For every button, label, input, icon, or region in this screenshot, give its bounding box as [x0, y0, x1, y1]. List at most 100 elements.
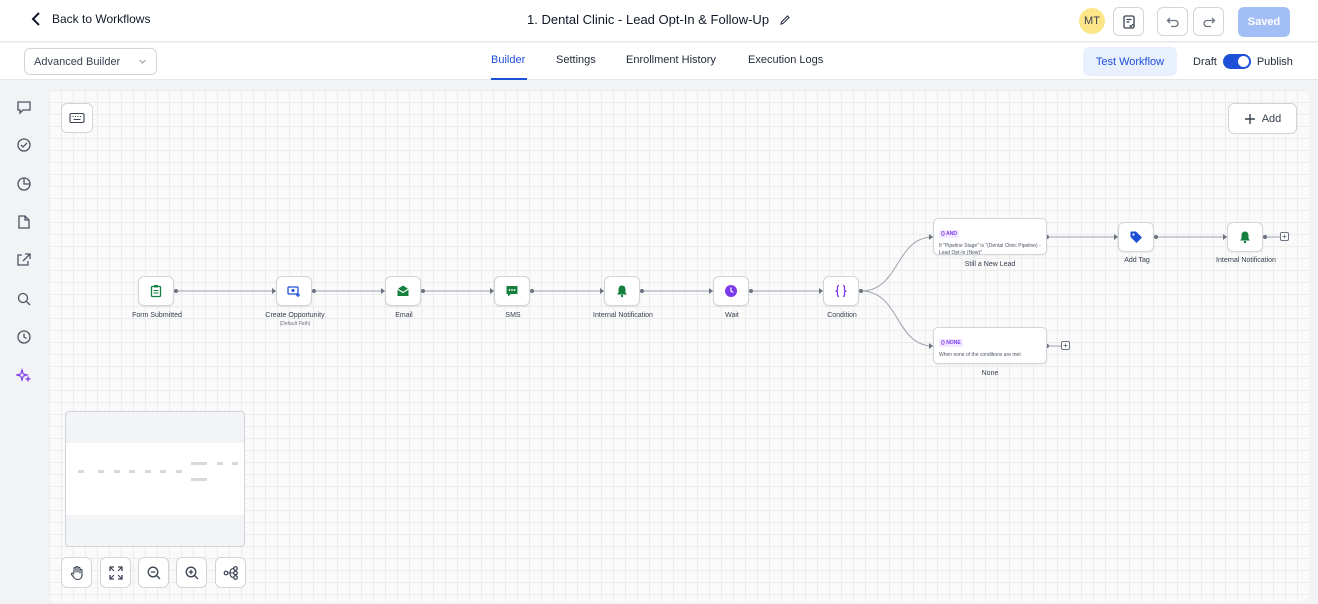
- fit-view-button[interactable]: [100, 557, 131, 588]
- file-icon[interactable]: [14, 212, 34, 232]
- minimap-node: [98, 470, 104, 473]
- minimap-node: [176, 470, 182, 473]
- branch-still-new-lead[interactable]: {} AND If "Pipeline Stage" is "(Dental C…: [933, 218, 1047, 256]
- undo-icon: [1166, 17, 1179, 27]
- zoom-out-icon: [147, 566, 160, 579]
- test-workflow-button[interactable]: Test Workflow: [1083, 47, 1177, 76]
- clock-icon: [725, 285, 737, 297]
- node-sublabel: (Default Path): [279, 321, 311, 327]
- check-circle-icon[interactable]: [14, 135, 34, 155]
- node-label: Internal Notification: [593, 312, 653, 319]
- add-button[interactable]: Add: [1228, 103, 1297, 134]
- tab-settings[interactable]: Settings: [556, 54, 596, 66]
- minimap-node: [217, 462, 223, 465]
- zoom-in-icon: [185, 566, 198, 579]
- hand-icon: [70, 565, 83, 580]
- node-label: Create Opportunity: [265, 312, 325, 319]
- opportunity-icon: [287, 286, 300, 297]
- bell-icon: [617, 285, 627, 298]
- node-sms[interactable]: [494, 276, 530, 306]
- node-add-tag[interactable]: [1118, 222, 1154, 252]
- avatar[interactable]: MT: [1079, 8, 1105, 34]
- redo-button[interactable]: [1193, 7, 1224, 36]
- publish-toggle[interactable]: [1222, 54, 1251, 69]
- history-icon[interactable]: [14, 327, 34, 347]
- pencil-icon[interactable]: [779, 14, 791, 26]
- add-step-plus-icon[interactable]: +: [1280, 232, 1289, 241]
- search-icon[interactable]: [14, 289, 34, 309]
- sub-bar: Advanced Builder Builder Settings Enroll…: [0, 43, 1318, 80]
- publish-label: Publish: [1256, 55, 1293, 68]
- node-form-submitted[interactable]: [138, 276, 174, 306]
- minimap-node: [114, 470, 120, 473]
- branch-condition-text: When none of the conditions are met: [939, 352, 1021, 358]
- redo-icon: [1202, 17, 1215, 27]
- external-link-icon[interactable]: [14, 250, 34, 270]
- notes-button[interactable]: [1113, 7, 1144, 36]
- publish-toggle-group: Draft Publish: [1193, 54, 1293, 69]
- chevron-down-icon: [139, 59, 146, 64]
- node-internal-notification-branch[interactable]: [1227, 222, 1263, 252]
- sms-icon: [506, 286, 518, 297]
- keyboard-icon: [69, 112, 85, 124]
- plus-icon: [1244, 113, 1255, 124]
- minimap-node: [232, 462, 238, 465]
- branch-label: Still a New Lead: [964, 261, 1016, 268]
- zoom-in-button[interactable]: [176, 557, 207, 588]
- node-label: Condition: [827, 312, 857, 319]
- undo-button[interactable]: [1157, 7, 1188, 36]
- node-label: Wait: [725, 312, 739, 319]
- active-tab-indicator: [491, 78, 527, 80]
- minimap-node: [191, 462, 207, 465]
- email-icon: [397, 285, 409, 296]
- clipboard-icon: [150, 285, 162, 298]
- node-email[interactable]: [385, 276, 421, 306]
- node-label: Form Submitted: [132, 312, 182, 319]
- tab-execution-logs[interactable]: Execution Logs: [748, 54, 823, 66]
- sparkles-icon[interactable]: [14, 366, 34, 386]
- minimap-node: [191, 478, 207, 481]
- minimap-node: [160, 470, 166, 473]
- node-internal-notification[interactable]: [604, 276, 640, 306]
- minimap-node: [129, 470, 135, 473]
- top-bar: Back to Workflows 1. Dental Clinic - Lea…: [0, 0, 1318, 42]
- node-create-opportunity[interactable]: [276, 276, 312, 306]
- saved-button[interactable]: Saved: [1238, 7, 1290, 37]
- pie-chart-icon[interactable]: [14, 174, 34, 194]
- builder-mode-value: Advanced Builder: [34, 55, 121, 68]
- flow-layout-icon: [223, 565, 238, 580]
- builder-mode-select[interactable]: Advanced Builder: [24, 48, 157, 75]
- pan-button[interactable]: [61, 557, 92, 588]
- comment-icon[interactable]: [14, 97, 34, 117]
- zoom-out-button[interactable]: [138, 557, 169, 588]
- node-label: SMS: [505, 312, 521, 319]
- braces-icon: [835, 284, 847, 298]
- branch-tag: {} AND: [939, 230, 959, 238]
- minimap[interactable]: [65, 411, 245, 547]
- branch-tag: {} NONE: [939, 339, 963, 347]
- add-label: Add: [1261, 112, 1282, 125]
- node-condition[interactable]: [823, 276, 859, 306]
- branch-condition-text: If "Pipeline Stage" is "(Dental Clinic P…: [939, 243, 1041, 256]
- branch-label: None: [981, 370, 999, 377]
- back-label: Back to Workflows: [52, 12, 151, 26]
- back-to-workflows-link[interactable]: Back to Workflows: [30, 12, 150, 26]
- minimap-node: [78, 470, 84, 473]
- document-check-icon: [1122, 14, 1135, 29]
- expand-icon: [108, 565, 123, 580]
- minimap-viewport[interactable]: [66, 443, 244, 515]
- add-step-plus-icon[interactable]: +: [1061, 341, 1070, 350]
- tab-enrollment-history[interactable]: Enrollment History: [626, 54, 716, 66]
- node-label: Email: [395, 312, 413, 319]
- branch-none[interactable]: {} NONE When none of the conditions are …: [933, 327, 1047, 364]
- keyboard-shortcuts-button[interactable]: [61, 103, 93, 133]
- auto-layout-button[interactable]: [215, 557, 246, 588]
- tab-builder[interactable]: Builder: [491, 54, 525, 66]
- minimap-node: [145, 470, 151, 473]
- node-wait[interactable]: [713, 276, 749, 306]
- node-label: Add Tag: [1124, 257, 1150, 264]
- bell-icon: [1240, 231, 1250, 244]
- workflow-title[interactable]: 1. Dental Clinic - Lead Opt-In & Follow-…: [527, 12, 791, 27]
- workflow-title-text: 1. Dental Clinic - Lead Opt-In & Follow-…: [527, 12, 770, 27]
- tag-icon: [1130, 231, 1142, 243]
